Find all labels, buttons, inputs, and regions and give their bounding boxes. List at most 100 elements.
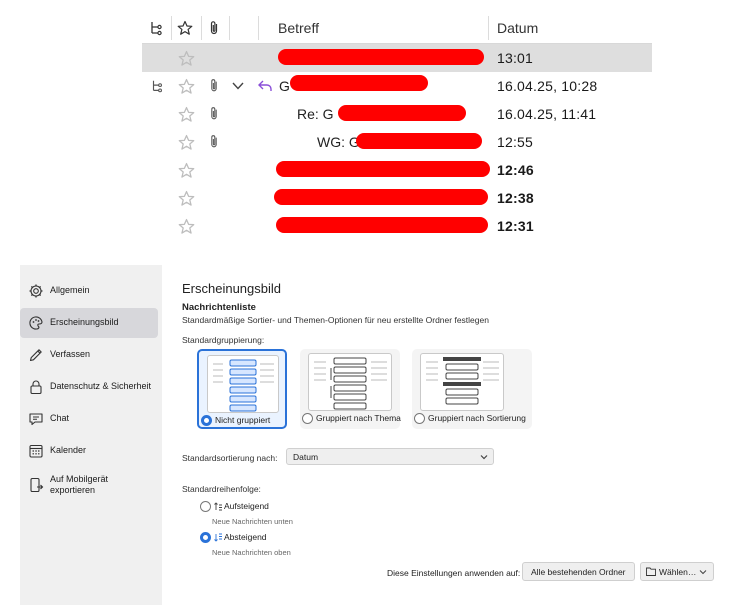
grouping-radio-sort[interactable] xyxy=(414,413,425,424)
sort-select[interactable]: Datum xyxy=(286,448,494,465)
choose-folders-button[interactable]: Wählen… xyxy=(640,562,714,581)
order-option-label: Aufsteigend xyxy=(224,501,269,511)
message-date: 12:55 xyxy=(497,134,534,150)
message-subject: WG: G xyxy=(317,134,360,150)
grouping-option-label: Gruppiert nach Sortierung xyxy=(428,413,526,423)
preferences-pane: Allgemein Erscheinungsbild Verfassen Dat… xyxy=(20,265,725,605)
grouping-radio-thread[interactable] xyxy=(302,413,313,424)
settings-content: Erscheinungsbild Nachrichtenliste Standa… xyxy=(182,265,725,605)
grouping-option-label: Nicht gruppiert xyxy=(215,415,271,425)
apply-all-folders-button[interactable]: Alle bestehenden Ordner xyxy=(522,562,635,581)
message-date: 12:38 xyxy=(497,190,534,206)
thread-icon xyxy=(152,80,162,93)
grouping-preview-sort xyxy=(420,353,504,411)
chat-icon xyxy=(29,413,43,426)
attachment-icon xyxy=(211,135,217,148)
sidebar-item-label: Auf Mobilgerät xyxy=(50,474,109,484)
message-row[interactable]: G 16.04.25, 10:28 xyxy=(142,72,652,100)
star-icon[interactable] xyxy=(178,78,195,95)
grouping-option-sort[interactable]: Gruppiert nach Sortierung xyxy=(412,349,532,429)
star-icon[interactable] xyxy=(178,190,195,207)
star-icon[interactable] xyxy=(178,50,195,67)
sidebar-item-label: Datenschutz & Sicherheit xyxy=(50,381,152,391)
message-list-header: Betreff Datum xyxy=(142,12,652,44)
grouping-option-thread[interactable]: Gruppiert nach Thema xyxy=(300,349,401,429)
star-icon[interactable] xyxy=(178,134,195,151)
message-list: Betreff Datum 13:01 G 16.04.25, 10:28 Re… xyxy=(142,12,652,240)
message-row[interactable]: 13:01 xyxy=(142,44,652,72)
grouping-label: Standardgruppierung: xyxy=(182,335,265,345)
settings-sidebar: Allgemein Erscheinungsbild Verfassen Dat… xyxy=(20,265,162,605)
folder-icon xyxy=(646,567,656,576)
sidebar-item-allgemein[interactable]: Allgemein xyxy=(20,276,158,306)
subject-column-header[interactable]: Betreff xyxy=(278,20,319,36)
gear-icon xyxy=(29,284,43,298)
redaction-mark xyxy=(356,133,482,149)
apply-all-folders-label: Alle bestehenden Ordner xyxy=(531,567,626,577)
sidebar-item-mobile-export[interactable]: Auf Mobilgerät exportieren xyxy=(20,468,158,502)
sidebar-item-verfassen[interactable]: Verfassen xyxy=(20,340,158,370)
grouping-preview-none xyxy=(207,355,279,413)
sidebar-item-kalender[interactable]: Kalender xyxy=(20,436,158,466)
mobile-export-icon xyxy=(30,477,44,493)
redaction-mark xyxy=(274,189,488,205)
sidebar-item-label: Erscheinungsbild xyxy=(50,317,119,327)
order-radio-descending[interactable] xyxy=(200,532,211,543)
message-subject: Re: G xyxy=(297,106,334,122)
redaction-mark xyxy=(290,75,428,91)
sidebar-item-erscheinungsbild[interactable]: Erscheinungsbild xyxy=(20,308,158,338)
redaction-mark xyxy=(276,161,490,177)
thread-column-icon[interactable] xyxy=(148,20,164,36)
sort-select-value: Datum xyxy=(293,452,319,462)
reply-icon xyxy=(258,80,272,91)
order-hint: Neue Nachrichten oben xyxy=(212,548,291,557)
sidebar-item-label: Chat xyxy=(50,413,70,423)
pencil-icon xyxy=(29,349,42,362)
message-subject: G xyxy=(279,78,290,94)
date-column-header[interactable]: Datum xyxy=(497,20,538,36)
redaction-mark xyxy=(276,217,488,233)
message-date: 13:01 xyxy=(497,50,534,66)
chevron-down-icon[interactable] xyxy=(231,80,245,92)
grouping-option-label: Gruppiert nach Thema xyxy=(316,413,401,423)
redaction-mark xyxy=(338,105,466,121)
message-row[interactable]: 12:38 xyxy=(142,184,652,212)
lock-icon xyxy=(30,380,42,395)
sidebar-item-datenschutz[interactable]: Datenschutz & Sicherheit xyxy=(20,372,158,402)
sidebar-item-label-line2: exportieren xyxy=(50,485,96,495)
sidebar-item-chat[interactable]: Chat xyxy=(20,404,158,434)
chevron-down-icon xyxy=(480,455,488,460)
star-icon[interactable] xyxy=(178,218,195,235)
order-radio-ascending[interactable] xyxy=(200,501,211,512)
attachment-column-icon[interactable] xyxy=(206,20,222,36)
page-title: Erscheinungsbild xyxy=(182,281,282,296)
star-icon[interactable] xyxy=(178,106,195,123)
grouping-option-none[interactable]: Nicht gruppiert xyxy=(197,349,287,429)
message-row[interactable]: 12:46 xyxy=(142,156,652,184)
order-label: Standardreihenfolge: xyxy=(182,484,261,494)
grouping-radio-none[interactable] xyxy=(201,415,212,426)
redaction-mark xyxy=(278,49,484,65)
sort-descending-icon xyxy=(214,533,222,542)
star-icon[interactable] xyxy=(178,162,195,179)
brush-icon xyxy=(29,316,43,330)
message-date: 12:46 xyxy=(497,162,534,178)
message-row[interactable]: WG: G 12:55 xyxy=(142,128,652,156)
calendar-icon xyxy=(29,444,43,458)
section-description: Standardmäßige Sortier- und Themen-Optio… xyxy=(182,315,489,325)
message-row[interactable]: 12:31 xyxy=(142,212,652,240)
star-column-icon[interactable] xyxy=(177,20,193,36)
message-row[interactable]: Re: G 16.04.25, 11:41 xyxy=(142,100,652,128)
grouping-preview-thread xyxy=(308,353,392,411)
sort-label: Standardsortierung nach: xyxy=(182,453,278,463)
order-option-label: Absteigend xyxy=(224,532,267,542)
message-date: 16.04.25, 11:41 xyxy=(497,106,597,122)
apply-settings-label: Diese Einstellungen anwenden auf: xyxy=(387,568,521,578)
sort-ascending-icon xyxy=(214,502,222,511)
section-heading: Nachrichtenliste xyxy=(182,302,256,313)
chevron-down-icon xyxy=(699,570,707,575)
message-date: 12:31 xyxy=(497,218,534,234)
order-hint: Neue Nachrichten unten xyxy=(212,517,293,526)
sidebar-item-label: Verfassen xyxy=(50,349,91,359)
attachment-icon xyxy=(211,107,217,120)
